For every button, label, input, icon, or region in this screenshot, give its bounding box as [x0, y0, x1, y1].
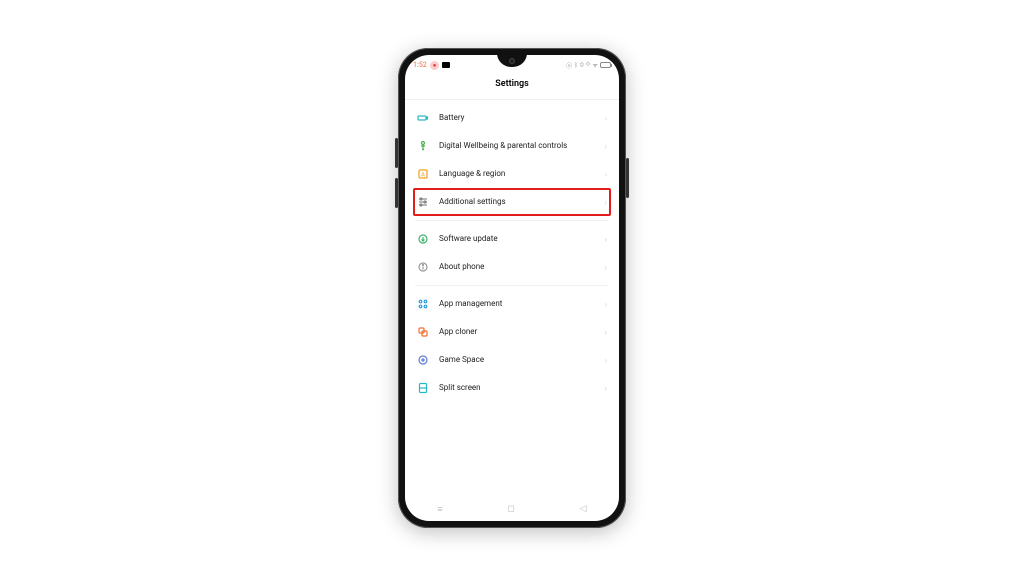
row-label: Additional settings	[439, 197, 595, 207]
bluetooth-icon: ᛒ	[574, 62, 578, 69]
row-label: About phone	[439, 262, 595, 272]
settings-group: App management›App cloner›Game Space›Spl…	[415, 286, 609, 406]
navigation-bar: ≡ ◻ ◁	[405, 497, 619, 521]
sliders-icon	[417, 196, 429, 208]
info-icon	[417, 261, 429, 273]
row-label: App management	[439, 299, 595, 309]
settings-list[interactable]: Battery›Digital Wellbeing & parental con…	[405, 100, 619, 497]
chevron-right-icon: ›	[605, 114, 607, 123]
back-button[interactable]: ◁	[580, 504, 587, 514]
row-language[interactable]: A Language & region ›	[415, 160, 609, 188]
language-icon: A	[417, 168, 429, 180]
row-software[interactable]: Software update ›	[415, 225, 609, 253]
battery-icon	[600, 62, 611, 68]
row-appcloner[interactable]: App cloner ›	[415, 318, 609, 346]
clock: 1:52	[413, 61, 427, 69]
status-icons: ⓝ ᛒ ⦸ ⟐ ᯤ	[566, 61, 611, 70]
row-additional[interactable]: Additional settings ›	[413, 188, 611, 216]
chevron-right-icon: ›	[605, 170, 607, 179]
wifi-icon: ᯤ	[593, 61, 598, 69]
row-wellbeing[interactable]: Digital Wellbeing & parental controls ›	[415, 132, 609, 160]
row-label: Game Space	[439, 355, 595, 365]
chevron-right-icon: ›	[605, 328, 607, 337]
svg-text:A: A	[421, 172, 425, 179]
row-label: Software update	[439, 234, 595, 244]
mic-indicator: ●	[430, 61, 440, 70]
row-split[interactable]: Split screen ›	[415, 374, 609, 402]
game-icon	[417, 354, 429, 366]
battery-icon	[417, 112, 429, 124]
video-indicator	[442, 62, 450, 68]
home-button[interactable]: ◻	[507, 504, 514, 514]
row-battery[interactable]: Battery ›	[415, 104, 609, 132]
row-label: Language & region	[439, 169, 595, 179]
row-gamespace[interactable]: Game Space ›	[415, 346, 609, 374]
screen: 1:52 ● ⓝ ᛒ ⦸ ⟐ ᯤ Settings Battery›Digita…	[405, 55, 619, 521]
vibrate-icon: ⟐	[586, 61, 591, 69]
phone-frame: 1:52 ● ⓝ ᛒ ⦸ ⟐ ᯤ Settings Battery›Digita…	[398, 48, 626, 528]
chevron-right-icon: ›	[605, 263, 607, 272]
page-title: Settings	[405, 73, 619, 100]
row-label: Battery	[439, 113, 595, 123]
row-about[interactable]: About phone ›	[415, 253, 609, 281]
apps-icon	[417, 298, 429, 310]
chevron-right-icon: ›	[605, 235, 607, 244]
split-icon	[417, 382, 429, 394]
settings-group: Software update › About phone ›	[415, 221, 609, 286]
volume-down-button	[395, 178, 398, 208]
chevron-right-icon: ›	[605, 384, 607, 393]
volume-up-button	[395, 138, 398, 168]
row-label: Split screen	[439, 383, 595, 393]
chevron-right-icon: ›	[605, 198, 607, 207]
mute-icon: ⦸	[580, 61, 584, 69]
row-appmgmt[interactable]: App management ›	[415, 290, 609, 318]
chevron-right-icon: ›	[605, 300, 607, 309]
recent-apps-button[interactable]: ≡	[437, 504, 442, 515]
update-icon	[417, 233, 429, 245]
clone-icon	[417, 326, 429, 338]
chevron-right-icon: ›	[605, 142, 607, 151]
nfc-icon: ⓝ	[566, 61, 572, 70]
chevron-right-icon: ›	[605, 356, 607, 365]
row-label: App cloner	[439, 327, 595, 337]
row-label: Digital Wellbeing & parental controls	[439, 141, 595, 151]
wellbeing-icon	[417, 140, 429, 152]
front-camera	[509, 58, 515, 64]
power-button	[626, 158, 629, 198]
settings-group: Battery›Digital Wellbeing & parental con…	[415, 100, 609, 221]
